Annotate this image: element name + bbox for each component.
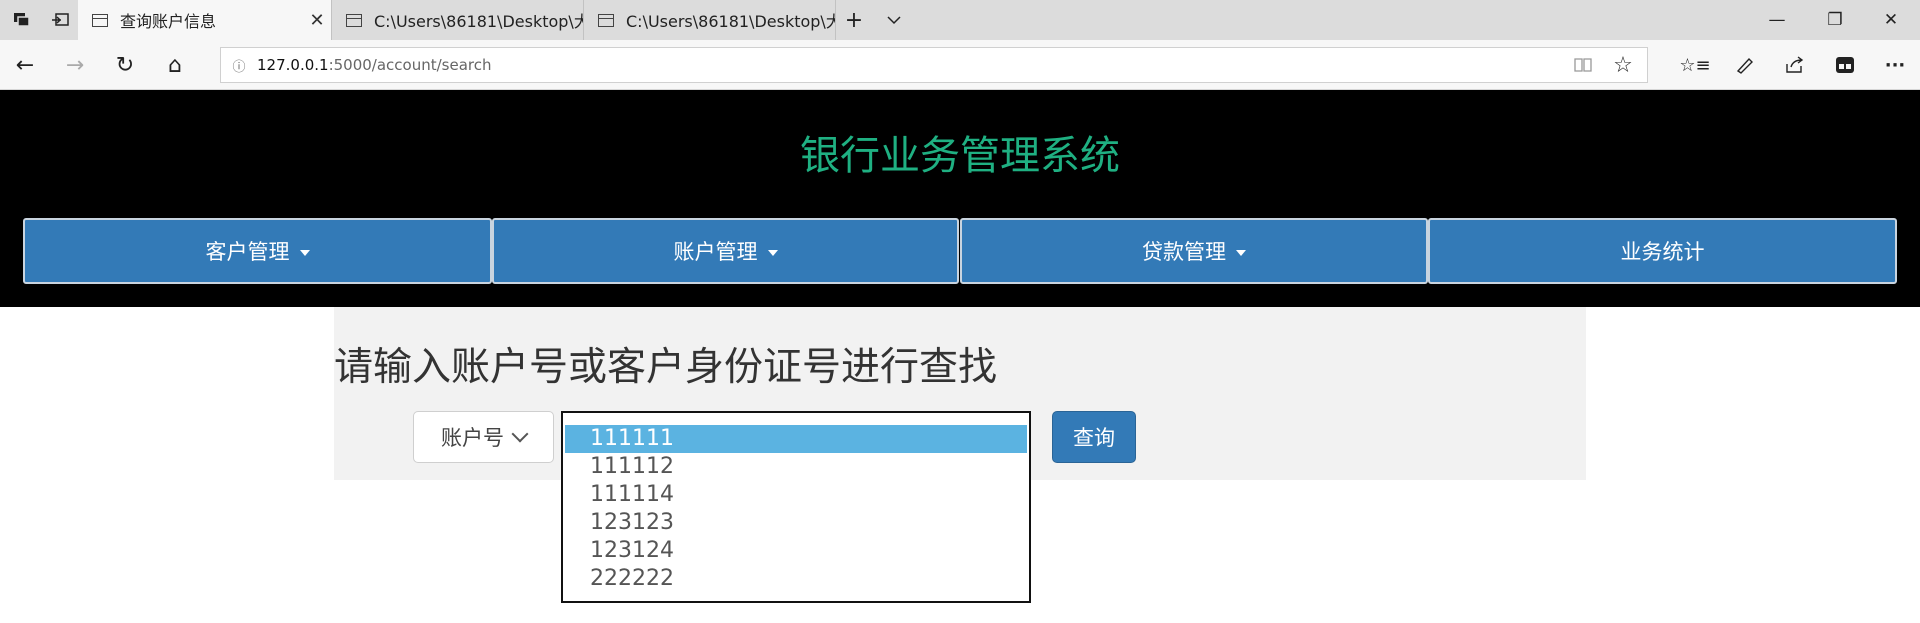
favorite-star-icon[interactable]: ☆ [1598, 40, 1648, 90]
set-aside-tabs-icon[interactable] [42, 0, 78, 40]
site-info-icon[interactable]: ⓘ [221, 56, 257, 75]
tab-label: C:\Users\86181\Desktop\大 [374, 12, 583, 31]
dropdown-option[interactable]: 123123 [565, 509, 1027, 537]
tab-switcher-icon[interactable] [4, 0, 40, 40]
page-icon [598, 13, 614, 27]
page-icon [346, 13, 362, 27]
window-close-icon[interactable]: ✕ [1862, 0, 1920, 40]
caret-down-icon [299, 249, 310, 256]
back-icon[interactable]: ← [0, 40, 50, 90]
menu-label: 账户管理 [673, 240, 758, 264]
tab-label: C:\Users\86181\Desktop\大 [626, 12, 835, 31]
chevron-down-icon [511, 425, 529, 443]
tab-3[interactable]: C:\Users\86181\Desktop\大 [584, 0, 836, 40]
site-title: 银行业务管理系统 [800, 133, 1120, 179]
caret-down-icon [1236, 249, 1246, 256]
menu-label: 业务统计 [1620, 240, 1705, 264]
forward-icon[interactable]: → [50, 40, 100, 90]
url-host: 127.0.0.1 [257, 56, 329, 74]
dropdown-option[interactable]: 111114 [565, 481, 1027, 509]
more-options-icon[interactable]: ··· [1870, 40, 1920, 90]
search-type-select[interactable]: 账户号 [413, 411, 554, 463]
tab-1[interactable]: 查询账户信息 ✕ [78, 0, 332, 40]
menu-account-management[interactable]: 账户管理 [492, 218, 959, 284]
new-tab-icon[interactable]: + [836, 0, 872, 40]
caret-down-icon [767, 249, 778, 256]
search-heading: 请输入账户号或客户身份证号进行查找 [334, 345, 998, 390]
menu-business-statistics[interactable]: 业务统计 [1428, 218, 1897, 284]
close-tab-icon[interactable]: ✕ [303, 10, 331, 31]
menu-label: 贷款管理 [1142, 240, 1226, 264]
refresh-icon[interactable]: ↻ [100, 40, 150, 90]
address-bar[interactable]: ⓘ 127.0.0.1:5000/account/search [220, 47, 1648, 83]
page-icon [92, 13, 108, 27]
dropdown-option[interactable]: 111111 [565, 425, 1027, 453]
share-icon[interactable] [1770, 40, 1820, 90]
menu-customer-management[interactable]: 客户管理 [23, 218, 492, 284]
home-icon[interactable]: ⌂ [150, 40, 200, 90]
dropdown-option[interactable]: 111112 [565, 453, 1027, 481]
dropdown-option[interactable]: 123124 [565, 537, 1027, 565]
tab-2[interactable]: C:\Users\86181\Desktop\大 [332, 0, 584, 40]
restore-icon[interactable]: ❐ [1806, 0, 1864, 40]
account-id-dropdown-list[interactable]: 111111 111112 111114 123123 123124 22222… [561, 411, 1031, 603]
dropdown-option[interactable]: 222222 [565, 565, 1027, 593]
favorites-hub-icon[interactable]: ☆≡ [1670, 40, 1720, 90]
menu-loan-management[interactable]: 贷款管理 [960, 218, 1428, 284]
tab-list-chevron-icon[interactable] [876, 0, 912, 40]
query-button[interactable]: 查询 [1052, 411, 1136, 463]
search-type-value: 账户号 [441, 426, 504, 450]
extension-icon[interactable] [1820, 40, 1870, 90]
minimize-icon[interactable]: — [1748, 0, 1806, 40]
url-path: :5000/account/search [328, 56, 492, 74]
pen-icon[interactable] [1720, 40, 1770, 90]
tab-label: 查询账户信息 [120, 12, 217, 31]
menu-label: 客户管理 [205, 240, 290, 264]
